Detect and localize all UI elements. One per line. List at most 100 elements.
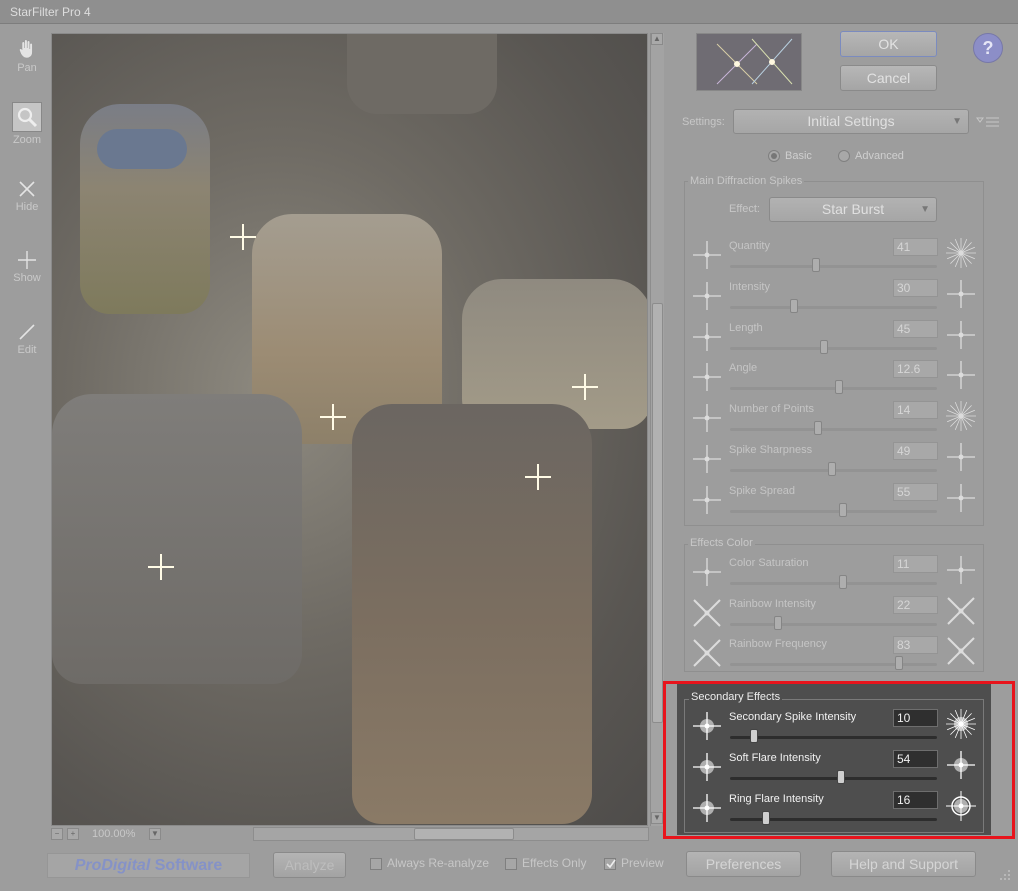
param-value-input[interactable]: 45 — [893, 319, 938, 338]
effects-only-checkbox[interactable]: Effects Only — [505, 856, 586, 870]
checkmark-icon — [604, 857, 616, 870]
param-value-input[interactable]: 11 — [893, 555, 938, 573]
scroll-up-button[interactable]: ▲ — [651, 33, 663, 45]
always-reanalyze-label: Always Re-analyze — [387, 856, 490, 870]
star-result-icon — [944, 553, 978, 587]
preview-vertical-scrollbar[interactable]: ▲ ▼ — [650, 33, 664, 826]
tool-zoom-label: Zoom — [12, 134, 42, 146]
param-value-input[interactable]: 55 — [893, 482, 938, 501]
star-preview-icon — [690, 483, 722, 515]
param-value-input[interactable]: 30 — [893, 278, 938, 297]
logo-text-a: ProDigital — [74, 857, 151, 874]
chevron-down-icon: ▼ — [920, 204, 930, 215]
param-label: Quantity — [729, 240, 770, 252]
param-slider-thumb[interactable] — [790, 298, 798, 313]
cancel-button[interactable]: Cancel — [840, 65, 937, 91]
tool-edit[interactable]: Edit — [6, 318, 48, 378]
tool-show[interactable]: Show — [6, 246, 48, 306]
param-slider-thumb[interactable] — [812, 258, 820, 272]
param-label: Color Saturation — [729, 557, 809, 569]
param-slider-track[interactable] — [730, 265, 937, 268]
star-result-icon — [944, 358, 978, 392]
param-label: Number of Points — [729, 403, 814, 416]
tool-hide[interactable]: Hide — [6, 175, 48, 235]
param-row-color-saturation: Color Saturation 11 — [690, 555, 984, 595]
help-icon[interactable]: ? — [973, 33, 1003, 63]
tool-zoom[interactable]: Zoom — [6, 102, 48, 162]
prodigital-logo: ProDigital Software — [47, 853, 250, 878]
always-reanalyze-checkbox[interactable]: Always Re-analyze — [370, 856, 489, 870]
mode-basic-radio[interactable]: Basic — [768, 150, 812, 163]
tool-pan[interactable]: Pan — [6, 34, 48, 94]
image-preview[interactable] — [51, 33, 648, 826]
effects-color-title: Effects Color — [688, 537, 755, 549]
param-label: Rainbow Intensity — [729, 597, 816, 610]
param-slider-track[interactable] — [730, 622, 937, 626]
effect-select[interactable]: Star Burst ▼ — [769, 197, 937, 222]
analyze-button[interactable]: Analyze — [273, 852, 346, 878]
chevron-down-icon: ▼ — [952, 116, 962, 127]
param-label: Length — [729, 321, 763, 334]
param-slider-track[interactable] — [730, 663, 937, 666]
mode-advanced-radio[interactable]: Advanced — [838, 150, 904, 163]
param-slider-track[interactable] — [730, 305, 937, 309]
param-slider-track[interactable] — [730, 509, 937, 513]
param-label: Spike Sharpness — [729, 444, 813, 456]
param-value-input[interactable]: 41 — [893, 238, 938, 256]
param-row-rainbow-intensity: Rainbow Intensity 22 — [690, 595, 984, 636]
horizontal-scroll-thumb[interactable] — [414, 828, 514, 840]
zoom-in-button[interactable]: + — [67, 828, 79, 840]
param-value-input[interactable]: 22 — [893, 595, 938, 614]
effect-select-value: Star Burst — [821, 201, 885, 217]
param-row-number-of-points: Number of Points 14 — [690, 401, 984, 441]
param-row-rainbow-frequency: Rainbow Frequency 83 — [690, 636, 984, 676]
effect-label: Effect: — [729, 203, 760, 215]
param-slider-track[interactable] — [730, 346, 937, 350]
help-and-support-button[interactable]: Help and Support — [831, 851, 976, 877]
settings-select[interactable]: Initial Settings ▼ — [733, 109, 969, 134]
settings-menu-icon[interactable] — [976, 114, 1000, 130]
param-value-input[interactable]: 83 — [893, 636, 938, 654]
window-title-bar: StarFilter Pro 4 — [0, 0, 1018, 24]
param-label: Spike Spread — [729, 484, 796, 497]
pen-icon — [19, 324, 35, 340]
ok-button[interactable]: OK — [840, 31, 937, 57]
effects-only-label: Effects Only — [522, 856, 587, 870]
param-slider-thumb[interactable] — [820, 339, 828, 354]
resize-grip-icon[interactable] — [998, 868, 1012, 882]
star-preview-icon — [690, 636, 722, 668]
main-spikes-title: Main Diffraction Spikes — [688, 175, 805, 187]
radio-on-icon — [768, 150, 780, 163]
param-slider-thumb[interactable] — [774, 615, 782, 630]
param-slider-thumb[interactable] — [828, 462, 836, 476]
star-result-icon — [944, 481, 978, 515]
star-preview-icon — [690, 401, 722, 433]
preview-horizontal-scrollbar[interactable] — [253, 827, 649, 841]
star-preview-icon — [690, 555, 722, 587]
preview-checkbox[interactable]: Preview — [604, 856, 664, 870]
tool-edit-label: Edit — [17, 344, 37, 356]
param-slider-thumb[interactable] — [839, 575, 847, 589]
zoom-dropdown-button[interactable]: ▼ — [149, 828, 161, 840]
param-slider-thumb[interactable] — [814, 421, 822, 436]
param-value-input[interactable]: 49 — [893, 442, 938, 460]
param-slider-track[interactable] — [730, 387, 937, 391]
scroll-down-button[interactable]: ▼ — [651, 812, 663, 824]
star-preview-icon — [690, 442, 722, 474]
star-result-icon — [944, 440, 978, 474]
param-slider-thumb[interactable] — [839, 502, 847, 517]
preferences-button[interactable]: Preferences — [686, 851, 801, 877]
star-result-icon — [944, 277, 978, 311]
param-slider-thumb[interactable] — [895, 656, 903, 670]
x-cross-icon — [19, 181, 35, 197]
vertical-scroll-thumb[interactable] — [652, 303, 663, 723]
param-slider-thumb[interactable] — [835, 380, 843, 395]
param-slider-track[interactable] — [730, 428, 937, 432]
settings-select-value: Initial Settings — [807, 113, 895, 129]
param-value-input[interactable]: 12.6 — [893, 360, 938, 379]
param-slider-track[interactable] — [730, 582, 937, 585]
param-value-input[interactable]: 14 — [893, 401, 938, 420]
param-row-length: Length 45 — [690, 319, 984, 360]
zoom-out-button[interactable]: − — [51, 828, 63, 840]
param-row-intensity: Intensity 30 — [690, 277, 984, 319]
